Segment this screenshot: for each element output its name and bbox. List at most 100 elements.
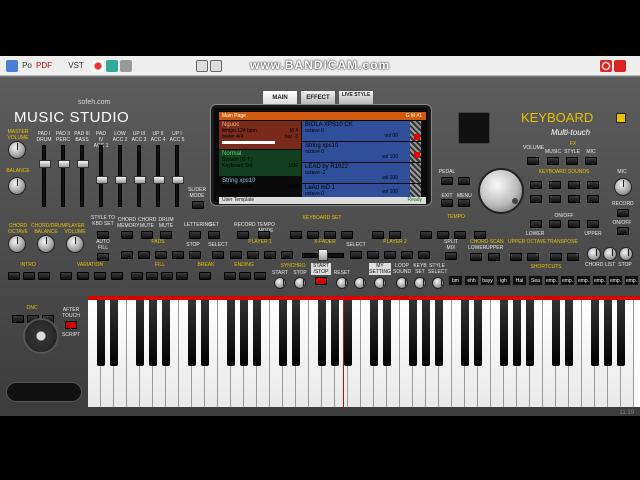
record-icon[interactable] bbox=[92, 60, 104, 72]
window-alt-icon[interactable] bbox=[210, 60, 222, 72]
p2-next-button[interactable] bbox=[401, 251, 413, 259]
slider-1[interactable] bbox=[39, 145, 51, 207]
pad-2-button[interactable] bbox=[138, 251, 150, 259]
piano-keyboard[interactable] bbox=[88, 296, 640, 407]
break-button[interactable] bbox=[199, 272, 211, 280]
onc-1-button[interactable] bbox=[12, 315, 24, 323]
drum-mute-button[interactable] bbox=[160, 231, 172, 239]
shortcut-button[interactable]: emp. bbox=[624, 275, 639, 286]
p1-stop-button[interactable] bbox=[281, 251, 293, 259]
tempo-up-button[interactable] bbox=[437, 231, 449, 239]
lcd-keyboard-set-panel[interactable]: Normal System (G.T.) Keyboard Set 1/06 bbox=[219, 150, 301, 176]
black-key[interactable] bbox=[526, 300, 534, 366]
set-button[interactable] bbox=[208, 231, 220, 239]
slider-2[interactable] bbox=[58, 145, 70, 207]
black-key[interactable] bbox=[591, 300, 599, 366]
shortcut-button[interactable]: ehh bbox=[464, 275, 479, 286]
window-icon[interactable] bbox=[196, 60, 208, 72]
tap-tempo-button[interactable] bbox=[454, 231, 466, 239]
pads-stop-button[interactable] bbox=[189, 251, 201, 259]
black-key[interactable] bbox=[318, 300, 326, 366]
shortcut-button[interactable]: Sea bbox=[528, 275, 543, 286]
kbd-sound-2-button[interactable] bbox=[549, 181, 561, 189]
kbd-sound-5-button[interactable] bbox=[530, 195, 542, 203]
chord-memory-button[interactable] bbox=[121, 231, 133, 239]
mic-onoff-button[interactable] bbox=[617, 227, 629, 235]
qt-button[interactable] bbox=[372, 231, 384, 239]
variation-4-button[interactable] bbox=[111, 272, 123, 280]
black-key[interactable] bbox=[370, 300, 378, 366]
tempo-mode-button[interactable] bbox=[258, 231, 270, 239]
shortcut-button[interactable]: bayy bbox=[480, 275, 495, 286]
upper-octave-up-button[interactable] bbox=[527, 253, 539, 261]
target-icon[interactable] bbox=[600, 60, 612, 72]
p2-prev-button[interactable] bbox=[367, 251, 379, 259]
toolbar-item-po[interactable]: Po bbox=[20, 59, 34, 73]
globe-icon[interactable] bbox=[106, 60, 118, 72]
slider-8[interactable] bbox=[172, 145, 184, 207]
sound-slot-3[interactable]: LEAD by R1922 octave -2 vol 100 bbox=[302, 163, 410, 183]
pad-1-button[interactable] bbox=[121, 251, 133, 259]
black-key[interactable] bbox=[162, 300, 170, 366]
split-button[interactable] bbox=[445, 252, 457, 260]
sound-slot-4[interactable]: LeAd mD 1 octave 0 vol 100 bbox=[302, 184, 410, 197]
upper2-onoff-button[interactable] bbox=[568, 220, 580, 228]
shortcut-button[interactable]: emp. bbox=[608, 275, 623, 286]
black-key[interactable] bbox=[435, 300, 443, 366]
style-to-kbd-button[interactable] bbox=[97, 231, 109, 239]
normal-button[interactable] bbox=[389, 231, 401, 239]
kbd-set-2-button[interactable] bbox=[307, 231, 319, 239]
player-volume-knob[interactable] bbox=[66, 235, 84, 253]
record-button[interactable] bbox=[237, 231, 249, 239]
pedal-2-button[interactable] bbox=[458, 177, 470, 185]
stop-knob[interactable] bbox=[619, 247, 633, 261]
slider-7[interactable] bbox=[153, 145, 165, 207]
black-key[interactable] bbox=[604, 300, 612, 366]
fill-4-button[interactable] bbox=[176, 272, 188, 280]
xfader-handle[interactable] bbox=[318, 249, 328, 261]
tempo-down-button[interactable] bbox=[420, 231, 432, 239]
keyb-set-button[interactable] bbox=[414, 277, 426, 289]
fx-music-button[interactable] bbox=[547, 157, 559, 165]
variation-2-button[interactable] bbox=[77, 272, 89, 280]
lcd-style-panel[interactable]: Nguoc tempo 124 bpm M 4 meter 4/4 bar -3 bbox=[219, 121, 301, 149]
shortcut-button[interactable]: emp. bbox=[592, 275, 607, 286]
black-key[interactable] bbox=[383, 300, 391, 366]
p2-stop-button[interactable] bbox=[418, 251, 430, 259]
black-key[interactable] bbox=[565, 300, 573, 366]
black-key[interactable] bbox=[97, 300, 105, 366]
black-key[interactable] bbox=[422, 300, 430, 366]
slider-mode-button[interactable] bbox=[192, 201, 204, 209]
p2-select-button[interactable] bbox=[350, 251, 362, 259]
synchro-stop-button[interactable] bbox=[294, 277, 306, 289]
upper3-onoff-button[interactable] bbox=[587, 220, 599, 228]
black-key[interactable] bbox=[253, 300, 261, 366]
ending-1-button[interactable] bbox=[224, 272, 236, 280]
ending-3-button[interactable] bbox=[254, 272, 266, 280]
pitch-wheel[interactable] bbox=[23, 318, 59, 354]
sound-slot-1[interactable]: BIOLA XPS10 CK octave 0 vol 00 bbox=[302, 121, 410, 141]
mic-knob[interactable] bbox=[614, 178, 632, 196]
p1-prev-button[interactable] bbox=[230, 251, 242, 259]
synchro-start-button[interactable] bbox=[274, 277, 286, 289]
transpose-up-button[interactable] bbox=[567, 253, 579, 261]
my-setting-button[interactable] bbox=[374, 277, 386, 289]
lettering-button[interactable] bbox=[189, 231, 201, 239]
lower-onoff-button[interactable] bbox=[530, 220, 542, 228]
kbd-sound-3-button[interactable] bbox=[568, 181, 580, 189]
fill-3-button[interactable] bbox=[161, 272, 173, 280]
shortcut-button[interactable]: emp. bbox=[560, 275, 575, 286]
chord-mute-button[interactable] bbox=[141, 231, 153, 239]
start-stop-button[interactable] bbox=[315, 277, 327, 285]
shortcut-button[interactable]: emp. bbox=[576, 275, 591, 286]
fill-2-button[interactable] bbox=[146, 272, 158, 280]
master-volume-knob[interactable] bbox=[8, 141, 26, 159]
auto-fill-button[interactable] bbox=[97, 253, 109, 261]
black-key[interactable] bbox=[552, 300, 560, 366]
p1-play-button[interactable] bbox=[247, 251, 259, 259]
fx-style-button[interactable] bbox=[566, 157, 578, 165]
style-select-button[interactable] bbox=[432, 277, 444, 289]
toolbar-item-vst[interactable]: VST bbox=[68, 59, 84, 73]
black-key[interactable] bbox=[292, 300, 300, 366]
black-key[interactable] bbox=[227, 300, 235, 366]
